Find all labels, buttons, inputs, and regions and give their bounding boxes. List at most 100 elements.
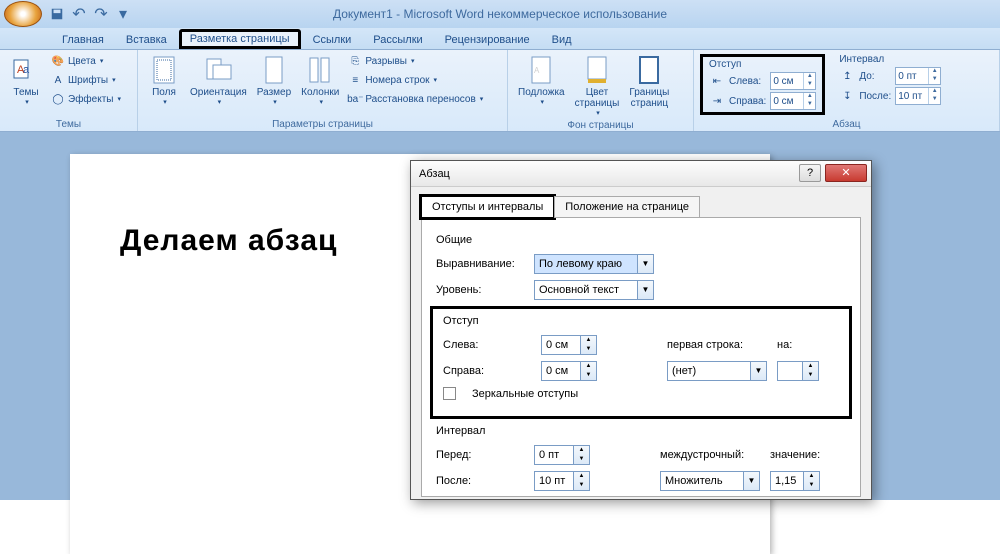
dialog-body: Общие Выравнивание: По левому краю▼ Уров… [421,217,861,497]
spacing-before-icon: ↥ [839,68,855,84]
columns-button[interactable]: Колонки▾ [297,52,343,108]
window-title: Документ1 - Microsoft Word некоммерческо… [333,7,667,21]
ribbon: Aa Темы ▾ 🎨Цвета▾ AШрифты▾ ◯Эффекты▾ Тем… [0,50,1000,132]
tab-references[interactable]: Ссылки [303,31,362,49]
watermark-icon: A [525,54,557,86]
dialog-close-button[interactable]: ✕ [825,164,867,182]
tab-page-layout[interactable]: Разметка страницы [179,29,301,49]
line-spacing-label: междустрочный: [660,449,760,461]
dialog-help-button[interactable]: ? [799,164,821,182]
size-icon [258,54,290,86]
breaks-button[interactable]: ⎘Разрывы▾ [345,52,485,70]
dialog-tabs: Отступы и интервалы Положение на страниц… [411,187,871,217]
indent-section-heading: Отступ [443,315,839,327]
margins-button[interactable]: Поля▾ [144,52,184,108]
group-page-setup: Поля▾ Ориентация▾ Размер▾ Колонки▾ ⎘Разр… [138,50,508,131]
themes-button[interactable]: Aa Темы ▾ [6,52,46,108]
tab-mailings[interactable]: Рассылки [363,31,432,49]
mirror-indents-label: Зеркальные отступы [472,388,578,400]
orientation-button[interactable]: Ориентация▾ [186,52,251,108]
alignment-label: Выравнивание: [436,258,524,270]
themes-icon: Aa [10,54,42,86]
tab-view[interactable]: Вид [542,31,582,49]
page-color-button[interactable]: Цвет страницы▾ [571,52,624,119]
group-paragraph: Отступ ⇤ Слева: 0 см▲▼ ⇥ Справа: 0 см▲▼ … [694,50,1000,131]
dlg-before-input[interactable]: 0 пт▲▼ [534,445,590,465]
spacing-after-label: После: [859,91,891,102]
spacing-before-input[interactable]: 0 пт▲▼ [895,67,941,85]
page-borders-button[interactable]: Границы страниц [625,52,673,111]
spacing-before-label: До: [859,71,891,82]
undo-icon[interactable]: ↶ [70,5,88,23]
group-label-page-setup: Параметры страницы [144,118,501,131]
fonts-icon: A [50,72,66,88]
borders-icon [633,54,665,86]
line-spacing-select[interactable]: Множитель▼ [660,471,760,491]
indent-left-input[interactable]: 0 см▲▼ [770,72,816,90]
theme-colors-button[interactable]: 🎨Цвета▾ [48,52,123,70]
indent-left-label: Слева: [729,76,766,87]
indent-section: Отступ Слева: 0 см▲▼ первая строка: на: … [430,306,852,419]
svg-text:a: a [23,64,30,76]
tab-home[interactable]: Главная [52,31,114,49]
dialog-title: Абзац [419,168,450,180]
line-spacing-value-input[interactable]: 1,15▲▼ [770,471,820,491]
hyphenation-button[interactable]: ba⁻Расстановка переносов▾ [345,90,485,108]
outline-level-select[interactable]: Основной текст▼ [534,280,654,300]
spacing-heading: Интервал [839,54,941,65]
dlg-indent-left-input[interactable]: 0 см▲▼ [541,335,597,355]
paragraph-dialog: Абзац ? ✕ Отступы и интервалы Положение … [410,160,872,500]
svg-text:A: A [534,66,540,75]
group-page-background: AПодложка▾ Цвет страницы▾ Границы страни… [508,50,694,131]
qat-dropdown-icon[interactable]: ▾ [114,5,132,23]
line-numbers-icon: ≡ [347,72,363,88]
tab-insert[interactable]: Вставка [116,31,177,49]
dlg-after-input[interactable]: 10 пт▲▼ [534,471,590,491]
first-line-by-input[interactable]: ▲▼ [777,361,819,381]
office-button[interactable] [4,1,42,27]
indent-right-label: Справа: [729,96,766,107]
dlg-indent-right-input[interactable]: 0 см▲▼ [541,361,597,381]
quick-access-toolbar: ↶ ↷ ▾ [48,5,132,23]
general-heading: Общие [436,234,846,246]
dialog-tab-pagination[interactable]: Положение на странице [554,196,700,218]
themes-label: Темы [13,87,38,98]
theme-effects-button[interactable]: ◯Эффекты▾ [48,90,123,108]
dlg-before-label: Перед: [436,449,524,461]
line-spacing-value-label: значение: [770,449,826,461]
first-line-label: первая строка: [667,339,767,351]
redo-icon[interactable]: ↷ [92,5,110,23]
indent-left-icon: ⇤ [709,73,725,89]
alignment-select[interactable]: По левому краю▼ [534,254,654,274]
indent-right-icon: ⇥ [709,93,725,109]
indent-right-input[interactable]: 0 см▲▼ [770,92,816,110]
outline-level-label: Уровень: [436,284,524,296]
breaks-icon: ⎘ [347,53,363,69]
spacing-after-icon: ↧ [839,88,855,104]
dlg-indent-right-label: Справа: [443,365,531,377]
watermark-button[interactable]: AПодложка▾ [514,52,569,108]
group-themes: Aa Темы ▾ 🎨Цвета▾ AШрифты▾ ◯Эффекты▾ Тем… [0,50,138,131]
size-button[interactable]: Размер▾ [253,52,295,108]
save-icon[interactable] [48,5,66,23]
group-label-themes: Темы [6,118,131,131]
by-label: на: [777,339,807,351]
dlg-indent-left-label: Слева: [443,339,531,351]
effects-icon: ◯ [50,91,66,107]
spacing-after-input[interactable]: 10 пт▲▼ [895,87,941,105]
spacing-section-heading: Интервал [436,425,846,437]
margins-icon [148,54,180,86]
theme-fonts-button[interactable]: AШрифты▾ [48,71,123,89]
tab-review[interactable]: Рецензирование [435,31,540,49]
dialog-titlebar[interactable]: Абзац ? ✕ [411,161,871,187]
chevron-down-icon: ▾ [25,98,29,106]
first-line-select[interactable]: (нет)▼ [667,361,767,381]
hyphenation-icon: ba⁻ [347,91,363,107]
mirror-indents-checkbox[interactable] [443,387,456,400]
page-color-icon [581,54,613,86]
columns-icon [304,54,336,86]
dlg-after-label: После: [436,475,524,487]
line-numbers-button[interactable]: ≡Номера строк▾ [345,71,485,89]
dialog-tab-indents[interactable]: Отступы и интервалы [421,196,554,218]
group-label-paragraph: Абзац [700,118,993,131]
